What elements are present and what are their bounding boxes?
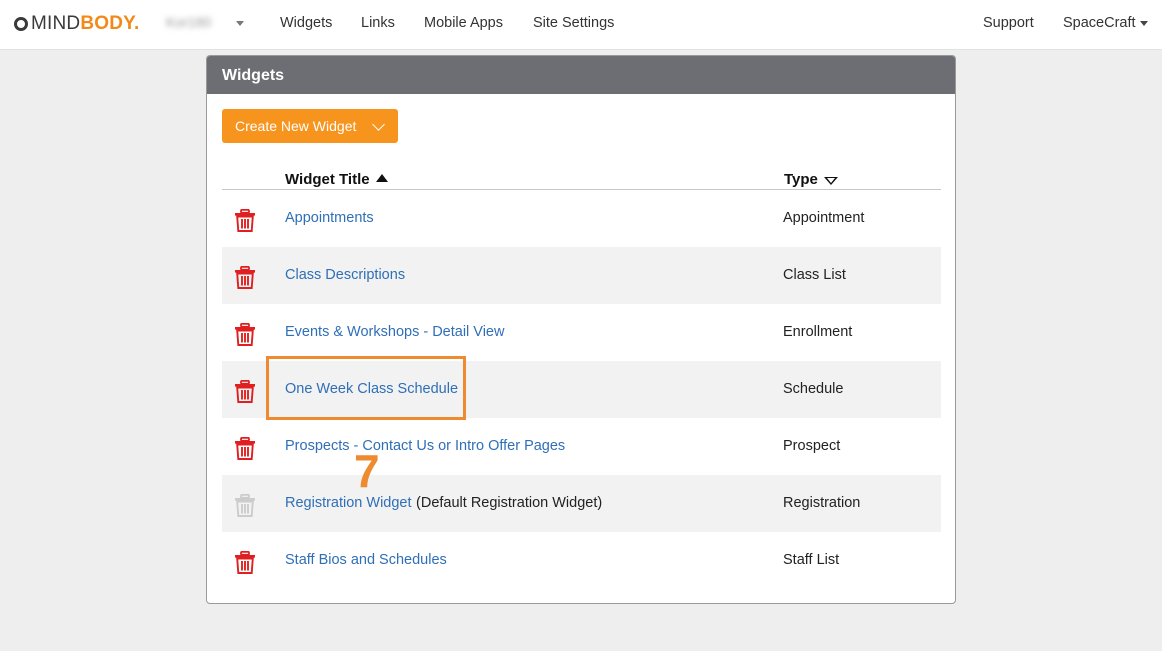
table-row: Class Descriptions Class List xyxy=(222,247,941,304)
account-menu[interactable]: SpaceCraft xyxy=(1063,15,1136,31)
widget-type: Staff List xyxy=(783,552,840,568)
column-header-type[interactable]: Type xyxy=(784,171,838,188)
widget-title-link[interactable]: Registration Widget xyxy=(285,495,412,511)
sort-descending-icon xyxy=(823,177,838,185)
table-row: Events & Workshops - Detail View Enrollme… xyxy=(222,304,941,361)
trash-icon[interactable] xyxy=(234,436,256,460)
table-row: Prospects - Contact Us or Intro Offer Pa… xyxy=(222,418,941,475)
mindbody-logo[interactable]: MIND BODY. xyxy=(14,12,139,36)
panel-title: Widgets xyxy=(207,56,955,94)
column-header-title[interactable]: Widget Title xyxy=(285,171,388,188)
widget-type: Schedule xyxy=(783,381,844,397)
trash-icon[interactable] xyxy=(234,379,256,403)
widget-type: Registration xyxy=(783,495,861,511)
widget-title-link[interactable]: Appointments xyxy=(285,210,374,226)
nav-widgets[interactable]: Widgets xyxy=(280,15,332,31)
highlight-box xyxy=(266,356,466,420)
widget-type: Class List xyxy=(783,267,846,283)
table-row: Appointments Appointment xyxy=(222,190,941,247)
widget-type: Appointment xyxy=(783,210,865,226)
widget-title-note: (Default Registration Widget) xyxy=(412,495,603,511)
chevron-down-icon xyxy=(372,118,385,131)
trash-icon xyxy=(234,493,256,517)
site-name[interactable]: Kor180 xyxy=(166,14,211,30)
widget-title-link[interactable]: Events & Workshops - Detail View xyxy=(285,324,504,340)
nav-mobile-apps[interactable]: Mobile Apps xyxy=(424,15,503,31)
trash-icon[interactable] xyxy=(234,265,256,289)
trash-icon[interactable] xyxy=(234,550,256,574)
widget-type: Prospect xyxy=(783,438,841,454)
logo-body-text: BODY. xyxy=(80,13,140,34)
widget-title-link[interactable]: Staff Bios and Schedules xyxy=(285,552,447,568)
account-caret-icon[interactable] xyxy=(1140,21,1148,26)
top-navbar: MIND BODY. Kor180 Widgets Links Mobile Ap… xyxy=(0,0,1162,50)
widget-title-link[interactable]: Class Descriptions xyxy=(285,267,405,283)
column-header-title-label: Widget Title xyxy=(285,171,370,188)
nav-support[interactable]: Support xyxy=(983,15,1034,31)
table-row: Registration Widget (Default Registratio… xyxy=(222,475,941,532)
step-number-annotation: 7 xyxy=(354,445,380,497)
logo-mind-text: MIND xyxy=(31,13,81,34)
site-caret-icon[interactable] xyxy=(236,21,244,26)
trash-icon[interactable] xyxy=(234,208,256,232)
create-new-widget-button[interactable]: Create New Widget xyxy=(222,109,398,143)
nav-site-settings[interactable]: Site Settings xyxy=(533,15,614,31)
create-button-label: Create New Widget xyxy=(235,118,357,134)
logo-ring-icon xyxy=(14,17,28,31)
sort-ascending-icon xyxy=(375,174,388,182)
widget-title-link[interactable]: Prospects - Contact Us or Intro Offer Pa… xyxy=(285,438,565,454)
trash-icon[interactable] xyxy=(234,322,256,346)
widgets-panel: Widgets Create New Widget Widget Title T… xyxy=(206,55,956,604)
column-header-type-label: Type xyxy=(784,171,818,188)
table-row: Staff Bios and Schedules Staff List xyxy=(222,532,941,589)
nav-links[interactable]: Links xyxy=(361,15,395,31)
widget-type: Enrollment xyxy=(783,324,853,340)
